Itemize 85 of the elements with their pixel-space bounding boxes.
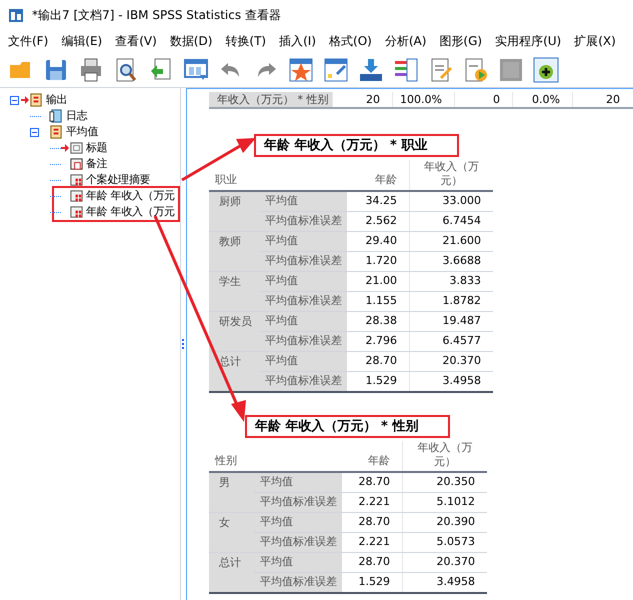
column-header: 年收入（万元） (409, 160, 493, 190)
row-label: 平均值标准误差 (254, 492, 342, 512)
app-icon (8, 7, 24, 23)
row-label: 平均值 (259, 272, 347, 290)
book-icon (29, 92, 44, 108)
table-icon (69, 204, 84, 220)
collapse-toggle[interactable] (10, 96, 19, 104)
tree-item[interactable]: 标题 (86, 140, 108, 156)
tree-item[interactable]: 输出 (46, 92, 68, 108)
table-cell: 5.0573 (402, 532, 487, 552)
menu-item[interactable]: 编辑(E) (61, 32, 102, 50)
table-cell: 5.1012 (402, 492, 487, 512)
table-title: 年龄 年收入（万元） * 性别 (245, 415, 450, 438)
run-document-icon[interactable] (463, 56, 489, 82)
table-cell: 20 (332, 92, 392, 107)
row-group-label: 厨师 (219, 195, 241, 208)
menu-item[interactable]: 图形(G) (439, 32, 482, 50)
column-header: 性别 (214, 452, 238, 468)
insert-row-icon[interactable] (358, 56, 384, 82)
menu-item[interactable]: 实用程序(U) (495, 32, 562, 50)
row-label: 平均值 (254, 553, 342, 572)
row-label: 平均值 (254, 473, 342, 492)
blank-tool-icon[interactable] (498, 56, 524, 82)
table-cell: 6.4577 (409, 332, 493, 351)
title-icon (69, 140, 84, 156)
row-group-label: 教师 (219, 235, 241, 248)
tree-item[interactable]: 年龄 年收入（万元 (86, 204, 175, 220)
window-icon[interactable] (183, 56, 209, 82)
tree-item[interactable]: 平均值 (66, 124, 98, 140)
table-cell: 100.0% (392, 92, 454, 107)
row-label: 平均值 (259, 192, 347, 210)
column-header: 年龄 (367, 452, 391, 468)
book-icon (49, 124, 64, 140)
collapse-toggle[interactable] (30, 128, 39, 136)
table-cell: 3.6688 (409, 252, 493, 271)
menu-item[interactable]: 查看(V) (115, 32, 157, 50)
row-label: 平均值 (259, 312, 347, 330)
menu-item[interactable]: 插入(I) (279, 32, 316, 50)
table-cell: 6.7454 (409, 212, 493, 231)
column-header: 年收入（万元） (402, 441, 487, 471)
table-title: 年龄 年收入（万元） * 职业 (254, 134, 459, 157)
row-group-label: 女 (219, 516, 230, 529)
row-label: 平均值标准误差 (259, 252, 347, 271)
menu-item[interactable]: 文件(F) (8, 32, 48, 50)
row-label: 平均值 (259, 352, 347, 370)
table-cell: 0 (454, 92, 512, 107)
variables-icon[interactable] (393, 56, 419, 82)
column-header: 职业 (214, 172, 238, 188)
menu-item[interactable]: 扩展(X) (574, 32, 616, 50)
row-label: 平均值标准误差 (254, 532, 342, 552)
table-cell: 3.4958 (402, 572, 487, 592)
table-icon (69, 172, 84, 188)
column-header: 年龄 (374, 172, 398, 188)
menu-item[interactable]: 格式(O) (329, 32, 372, 50)
splitter-handle[interactable] (182, 339, 185, 349)
row-group-label: 研发员 (219, 315, 252, 328)
table-cell: 1.8782 (409, 292, 493, 311)
tree-item[interactable]: 日志 (66, 108, 88, 124)
row-label: 平均值标准误差 (259, 372, 347, 391)
tree-item[interactable]: 年龄 年收入（万元 (86, 188, 175, 204)
row-label: 平均值 (254, 513, 342, 532)
printer-icon[interactable] (78, 56, 104, 82)
table-icon (69, 188, 84, 204)
tree-item[interactable]: 备注 (86, 156, 108, 172)
row-label: 平均值标准误差 (259, 292, 347, 311)
menu-item[interactable]: 转换(T) (225, 32, 266, 50)
row-label: 平均值标准误差 (259, 332, 347, 351)
table-cell: 0.0% (512, 92, 572, 107)
row-group-label: 学生 (219, 275, 241, 288)
log-icon (49, 108, 64, 124)
menu-item[interactable]: 分析(A) (384, 32, 426, 50)
table-cell: 20 (572, 92, 632, 107)
row-group-label: 总计 (219, 556, 241, 569)
row-label: 平均值标准误差 (259, 212, 347, 231)
star-table-icon[interactable] (288, 56, 314, 82)
row-label: 平均值标准误差 (254, 572, 342, 592)
table-row-label: 年收入（万元） * 性别 (209, 92, 332, 107)
row-label: 平均值 (259, 232, 347, 250)
add-icon[interactable] (533, 56, 559, 82)
row-group-label: 男 (219, 476, 230, 489)
table-cell: 3.4958 (409, 372, 493, 391)
notes-icon (69, 156, 84, 172)
menu-item[interactable]: 数据(D) (170, 32, 212, 50)
tree-item[interactable]: 个案处理摘要 (86, 172, 150, 188)
window-title: *输出7 [文档7] - IBM SPSS Statistics 查看器 (32, 7, 281, 24)
